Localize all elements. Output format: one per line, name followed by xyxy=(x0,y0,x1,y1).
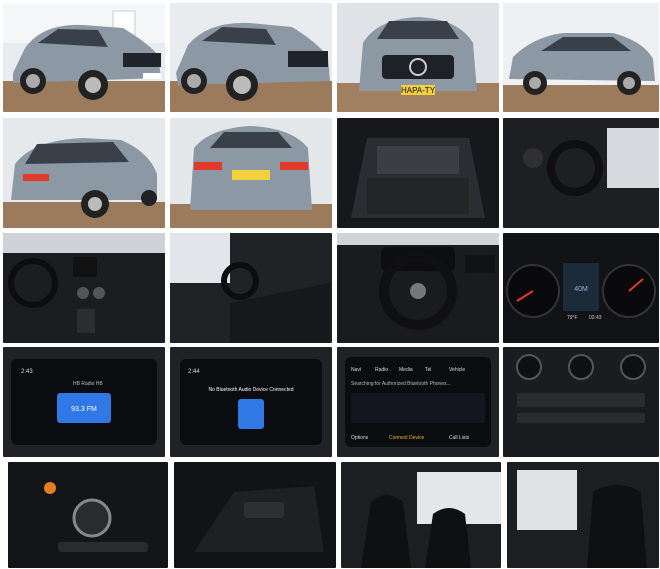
photo-rear-seats[interactable] xyxy=(507,462,659,568)
photo-screen-connect[interactable]: Navi Radio Media Tel Vehicle Searching f… xyxy=(337,347,499,457)
connect-call-lists: Call Lists xyxy=(449,435,470,441)
car-rear-center-image xyxy=(170,118,332,228)
photo-cargo-area[interactable] xyxy=(337,118,499,228)
bluetooth-time: 2:44 xyxy=(188,369,200,375)
rear-seats-image xyxy=(507,462,659,568)
front-seats-image xyxy=(341,462,501,568)
photo-gallery-grid: HAPA-TY 40M 79°F 02:43 2:43 HB Radio HB … xyxy=(0,0,660,569)
photo-steering-wheel[interactable] xyxy=(337,233,499,343)
photo-center-console[interactable] xyxy=(8,462,168,568)
photo-rear-exterior[interactable] xyxy=(170,118,332,228)
infotainment-radio-image: 2:43 HB Radio HB 93.3 FM xyxy=(3,347,165,457)
menu-media: Media xyxy=(399,367,413,373)
photo-interior-side[interactable] xyxy=(170,233,332,343)
car-exterior-image xyxy=(3,3,165,112)
infotainment-connect-image: Navi Radio Media Tel Vehicle Searching f… xyxy=(337,347,499,457)
instrument-cluster-image: 40M 79°F 02:43 xyxy=(503,233,659,343)
driver-interior-image xyxy=(503,118,659,228)
cluster-clock: 02:43 xyxy=(589,315,602,321)
steering-wheel-image xyxy=(337,233,499,343)
photo-rear-left-exterior[interactable] xyxy=(3,118,165,228)
car-exterior-image xyxy=(170,3,332,112)
cluster-center-label: 40M xyxy=(574,286,588,293)
photo-dashboard-wide[interactable] xyxy=(3,233,165,343)
photo-driver-interior[interactable] xyxy=(503,118,659,228)
interior-side-image xyxy=(170,233,332,343)
car-front-image: HAPA-TY xyxy=(337,3,499,112)
menu-radio: Radio xyxy=(375,367,388,373)
climate-controls-image xyxy=(503,347,659,457)
infotainment-bluetooth-image: 2:44 No Bluetooth Audio Device Connected xyxy=(170,347,332,457)
photo-front-left-exterior-2[interactable] xyxy=(170,3,332,112)
photo-screen-radio[interactable]: 2:43 HB Radio HB 93.3 FM xyxy=(3,347,165,457)
photo-side-exterior[interactable] xyxy=(503,3,659,112)
radio-title: HB Radio HB xyxy=(73,381,103,387)
radio-time: 2:43 xyxy=(21,369,33,375)
license-plate-text: HAPA-TY xyxy=(401,86,436,95)
menu-vehicle: Vehicle xyxy=(449,367,465,373)
photo-front-exterior[interactable]: HAPA-TY xyxy=(337,3,499,112)
connect-options: Options xyxy=(351,435,369,441)
menu-tel: Tel xyxy=(425,367,431,373)
car-side-image xyxy=(503,3,659,112)
headliner-image xyxy=(174,462,336,568)
photo-front-left-exterior[interactable] xyxy=(3,3,165,112)
connect-device: Connect Device xyxy=(389,435,425,441)
connect-status: Searching for Authorized Bluetooth Phone… xyxy=(351,381,451,387)
menu-navi: Navi xyxy=(351,367,361,373)
dashboard-image xyxy=(3,233,165,343)
photo-screen-bluetooth[interactable]: 2:44 No Bluetooth Audio Device Connected xyxy=(170,347,332,457)
car-rear-image xyxy=(3,118,165,228)
photo-climate-controls[interactable] xyxy=(503,347,659,457)
radio-channel: 93.3 FM xyxy=(71,406,97,413)
photo-headliner[interactable] xyxy=(174,462,336,568)
bluetooth-message: No Bluetooth Audio Device Connected xyxy=(208,387,293,393)
photo-instrument-cluster[interactable]: 40M 79°F 02:43 xyxy=(503,233,659,343)
cargo-image xyxy=(337,118,499,228)
cluster-temp: 79°F xyxy=(567,315,578,321)
photo-front-seats[interactable] xyxy=(341,462,501,568)
center-console-image xyxy=(8,462,168,568)
